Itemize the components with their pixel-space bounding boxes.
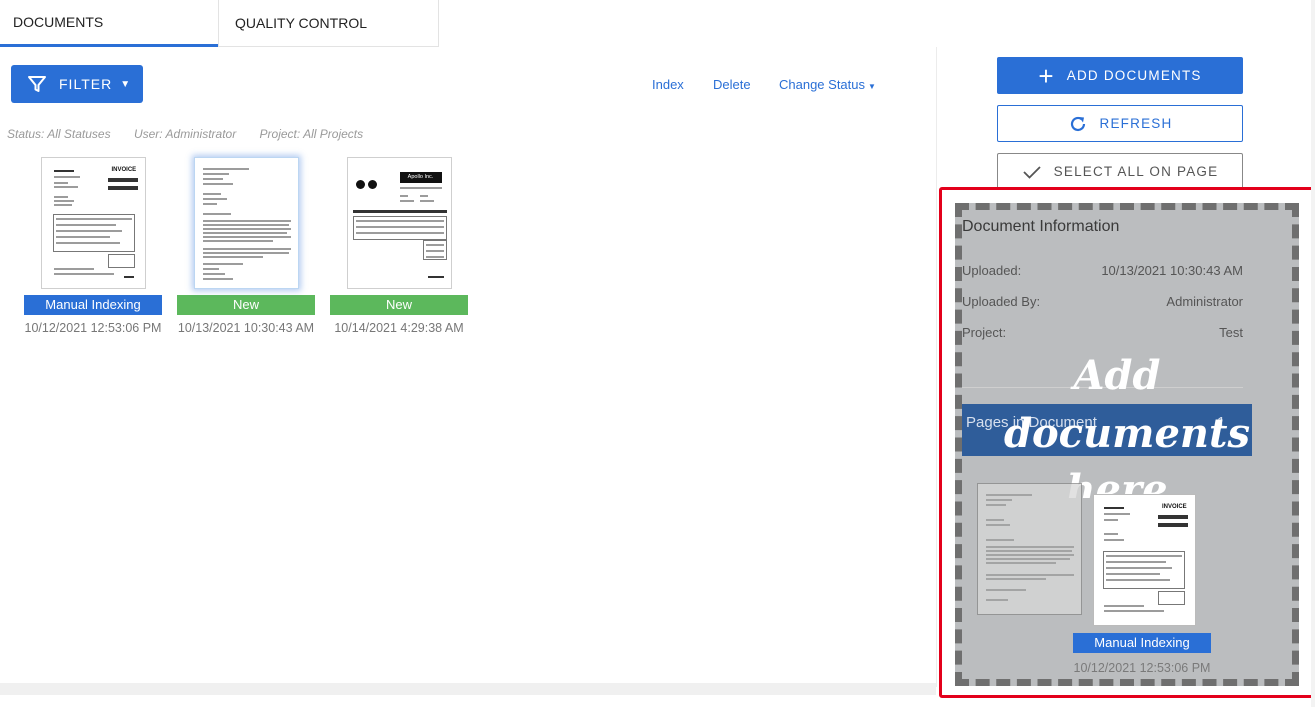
dragged-document-date: 10/12/2021 12:53:06 PM bbox=[1073, 661, 1211, 675]
filter-button[interactable]: FILTER ▼ bbox=[11, 65, 143, 103]
plus-icon: + bbox=[1038, 60, 1055, 91]
uploaded-value: 10/13/2021 10:30:43 AM bbox=[1101, 263, 1243, 278]
index-link[interactable]: Index bbox=[652, 77, 684, 92]
document-card[interactable]: Apollo Inc. New 10/14/2021 4:29:38 AM bbox=[330, 157, 468, 335]
document-thumbnail[interactable]: INVOICE bbox=[40, 157, 146, 289]
select-all-label: SELECT ALL ON PAGE bbox=[1053, 164, 1219, 179]
status-badge: New bbox=[177, 295, 315, 315]
funnel-icon bbox=[28, 76, 46, 92]
dragged-document-thumbnail[interactable]: INVOICE bbox=[1093, 494, 1196, 626]
filter-status: Status: All Statuses bbox=[7, 127, 111, 141]
document-info-title: Document Information bbox=[962, 218, 1120, 235]
checkmark-icon bbox=[1023, 165, 1041, 179]
vertical-scrollbar[interactable] bbox=[1311, 0, 1315, 707]
uploaded-by-label: Uploaded By: bbox=[962, 294, 1041, 309]
tab-quality-control[interactable]: QUALITY CONTROL bbox=[218, 0, 439, 47]
invoice-heading: INVOICE bbox=[1162, 504, 1187, 510]
status-badge: Manual Indexing bbox=[24, 295, 162, 315]
refresh-icon bbox=[1070, 116, 1085, 131]
change-status-dropdown[interactable]: Change Status ▼ bbox=[779, 77, 876, 92]
delete-link[interactable]: Delete bbox=[713, 77, 751, 92]
document-thumbnail[interactable] bbox=[193, 157, 299, 289]
horizontal-scrollbar[interactable] bbox=[0, 683, 936, 695]
panel-divider bbox=[936, 47, 937, 687]
dragged-status-badge: Manual Indexing bbox=[1073, 633, 1211, 653]
company-heading: Apollo Inc. bbox=[399, 172, 442, 183]
tab-documents[interactable]: DOCUMENTS bbox=[0, 0, 218, 47]
drop-hint-line2: documents bbox=[1004, 410, 1250, 457]
drop-hint-line1: Add bbox=[1073, 352, 1161, 399]
status-badge: New bbox=[330, 295, 468, 315]
active-filters: Status: All Statuses User: Administrator… bbox=[7, 127, 383, 141]
page-thumbnail[interactable] bbox=[977, 483, 1082, 615]
document-date: 10/13/2021 10:30:43 AM bbox=[177, 321, 315, 335]
document-date: 10/12/2021 12:53:06 PM bbox=[24, 321, 162, 335]
document-card[interactable]: INVOICE Manual Indexing 10/12/2021 12:53… bbox=[24, 157, 162, 335]
add-documents-button[interactable]: + ADD DOCUMENTS bbox=[997, 57, 1243, 94]
uploaded-by-value: Administrator bbox=[1166, 294, 1243, 309]
project-value: Test bbox=[1219, 325, 1243, 340]
tab-bar: DOCUMENTS QUALITY CONTROL bbox=[0, 0, 439, 47]
select-all-button[interactable]: SELECT ALL ON PAGE bbox=[997, 153, 1243, 190]
refresh-button[interactable]: REFRESH bbox=[997, 105, 1243, 142]
filter-label: FILTER bbox=[59, 76, 113, 92]
document-date: 10/14/2021 4:29:38 AM bbox=[334, 321, 464, 335]
invoice-heading: INVOICE bbox=[111, 167, 137, 173]
filter-project: Project: All Projects bbox=[259, 127, 364, 141]
add-documents-label: ADD DOCUMENTS bbox=[1066, 68, 1202, 83]
document-card[interactable]: New 10/13/2021 10:30:43 AM bbox=[177, 157, 315, 335]
caret-down-icon: ▼ bbox=[868, 82, 876, 91]
document-drop-zone[interactable]: Document Information Uploaded: 10/13/202… bbox=[955, 203, 1299, 686]
project-label: Project: bbox=[962, 325, 1007, 340]
change-status-label: Change Status bbox=[779, 77, 866, 92]
uploaded-label: Uploaded: bbox=[962, 263, 1022, 278]
refresh-label: REFRESH bbox=[1099, 116, 1173, 131]
document-thumbnail[interactable]: Apollo Inc. bbox=[346, 157, 452, 289]
filter-user: User: Administrator bbox=[133, 127, 237, 141]
chevron-down-icon: ▼ bbox=[120, 78, 132, 90]
